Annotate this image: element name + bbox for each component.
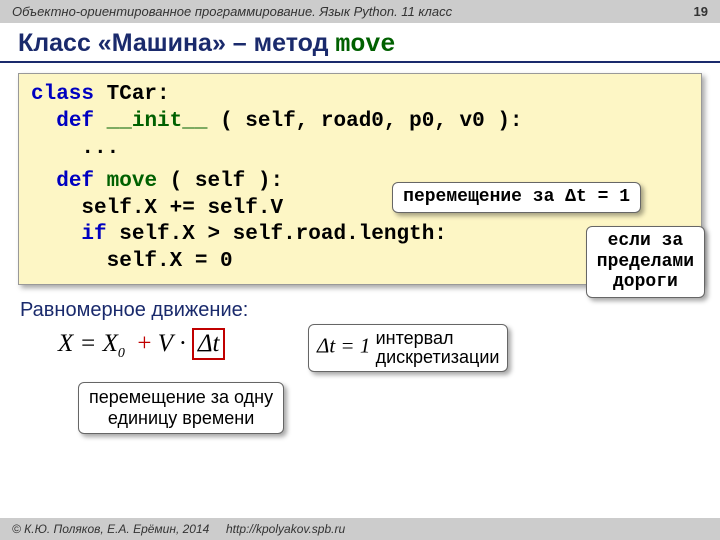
- kw-if: if: [81, 223, 106, 246]
- callout-text: перемещение за Δt = 1: [403, 187, 630, 207]
- footer: © К.Ю. Поляков, Е.А. Ерёмин, 2014 http:/…: [0, 518, 720, 540]
- footer-copyright: © К.Ю. Поляков, Е.А. Ерёмин, 2014: [12, 522, 209, 536]
- callout-dt1: перемещение за Δt = 1: [392, 182, 641, 213]
- formula-v: V: [158, 330, 173, 357]
- code-block: class TCar: def __init__ ( self, road0, …: [18, 73, 702, 285]
- fn-init: __init__: [107, 110, 208, 133]
- formula-lhs: X = X: [58, 330, 118, 357]
- kw-class: class: [31, 83, 94, 106]
- callout-text: перемещение за одну единицу времени: [89, 387, 273, 428]
- code-text: self.X > self.road.length:: [107, 223, 447, 246]
- callout-unit-time: перемещение за одну единицу времени: [78, 382, 284, 433]
- code-text: ( self, road0, p0, v0 ):: [207, 110, 522, 133]
- content-area: class TCar: def __init__ ( self, road0, …: [0, 63, 720, 458]
- kw-def: def: [56, 110, 94, 133]
- code-text: ( self ):: [157, 170, 283, 193]
- page-number: 19: [694, 4, 708, 19]
- callout-interval: Δt = 1 интервал дискретизации: [308, 324, 508, 372]
- code-ellipsis: ...: [81, 137, 119, 160]
- callout-bounds: если за пределами дороги: [586, 226, 705, 298]
- title-prefix: Класс «Машина» – метод: [18, 29, 335, 57]
- callout-text: если за пределами дороги: [597, 231, 694, 292]
- course-label: Объектно-ориентированное программировани…: [12, 4, 452, 19]
- kw-def: def: [56, 170, 94, 193]
- fn-move: move: [107, 170, 157, 193]
- page-title: Класс «Машина» – метод move: [0, 23, 720, 63]
- section-subhead: Равномерное движение:: [20, 299, 702, 322]
- header: Объектно-ориентированное программировани…: [0, 0, 720, 23]
- title-method: move: [335, 30, 395, 59]
- formula-area: X = X0 + V · Δt Δt = 1 интервал дискрети…: [18, 328, 702, 448]
- code-text: self.X += self.V: [81, 197, 283, 220]
- footer-url: http://kpolyakov.spb.ru: [226, 522, 345, 536]
- callout-text: интервал дискретизации: [376, 329, 500, 367]
- code-text: self.X = 0: [107, 250, 233, 273]
- code-text: TCar:: [94, 83, 170, 106]
- formula-sub: 0: [118, 346, 125, 361]
